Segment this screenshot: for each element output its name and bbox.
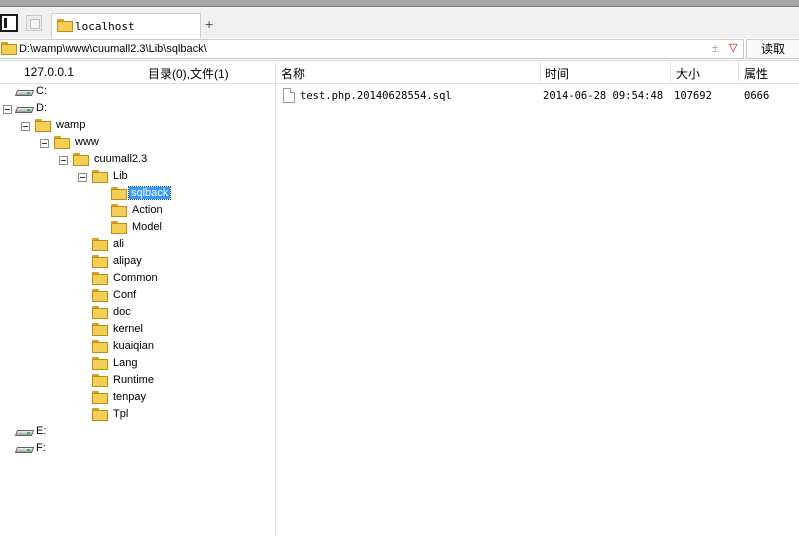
folder-icon	[92, 272, 108, 285]
file-time: 2014-06-28 09:54:48	[543, 90, 664, 102]
folder-icon	[92, 408, 108, 421]
collapse-icon[interactable]	[59, 156, 68, 165]
drive-icon	[16, 445, 33, 454]
tree-label: kernel	[113, 323, 143, 335]
tree-label: kuaiqian	[113, 340, 154, 352]
dir-file-summary: 目录(0),文件(1)	[148, 67, 229, 81]
tree-label: E:	[36, 425, 47, 437]
blank-page-icon[interactable]	[26, 15, 42, 31]
tree-label: tenpay	[113, 391, 147, 403]
col-time-header[interactable]: 时间	[545, 65, 569, 82]
tree-label: ali	[113, 238, 125, 250]
file-attr: 0666	[744, 90, 770, 102]
folder-icon	[92, 374, 108, 387]
folder-icon	[92, 255, 108, 268]
col-size-header[interactable]: 大小	[676, 65, 700, 82]
file-list: test.php.20140628554.sql 2014-06-28 09:5…	[276, 84, 799, 536]
folder-icon	[73, 153, 89, 166]
tree-label: Tpl	[113, 408, 129, 420]
tree-label: wamp	[56, 119, 86, 131]
folder-icon	[35, 119, 51, 132]
file-icon	[283, 88, 295, 103]
tree-label: Runtime	[113, 374, 154, 386]
tree-label: doc	[113, 306, 131, 318]
folder-icon	[1, 42, 17, 55]
collapse-icon[interactable]	[3, 105, 12, 114]
folder-icon	[92, 289, 108, 302]
tree-label-selected: sqlback	[127, 186, 172, 200]
folder-icon	[92, 238, 108, 251]
folder-icon	[92, 391, 108, 404]
drive-icon	[16, 88, 33, 97]
tree-label: F:	[36, 442, 46, 454]
folder-icon	[92, 357, 108, 370]
folder-icon	[111, 187, 127, 200]
tree-label: Common	[113, 272, 158, 284]
tree-label: Lang	[113, 357, 138, 369]
address-input[interactable]: D:\wamp\www\cuumall2.3\Lib\sqlback\ ± ▽	[0, 39, 744, 59]
tree-label: cuumall2.3	[94, 153, 148, 165]
file-size: 107692	[674, 90, 712, 102]
tab-localhost[interactable]: localhost	[51, 13, 201, 38]
host-label: 127.0.0.1	[24, 65, 75, 79]
col-name-header[interactable]: 名称	[281, 65, 305, 82]
drive-icon	[16, 428, 33, 437]
col-attr-header[interactable]: 属性	[744, 65, 768, 82]
tree-label: alipay	[113, 255, 142, 267]
collapse-icon[interactable]	[40, 139, 49, 148]
folder-icon	[54, 136, 70, 149]
column-divider[interactable]	[670, 61, 671, 83]
dropdown-chevron-icon[interactable]: ▽	[729, 41, 737, 54]
panel-toggle-icon[interactable]	[0, 14, 18, 32]
tree-label: Conf	[113, 289, 137, 301]
tree-label: D:	[36, 102, 47, 114]
table-row[interactable]: test.php.20140628554.sql 2014-06-28 09:5…	[276, 88, 799, 106]
folder-icon	[92, 340, 108, 353]
plus-minus-icon[interactable]: ±	[712, 41, 719, 55]
drive-icon	[16, 105, 33, 114]
collapse-icon[interactable]	[78, 173, 87, 182]
read-button[interactable]: 读取	[746, 39, 799, 59]
column-divider[interactable]	[540, 61, 541, 83]
tree-label: C:	[36, 85, 47, 97]
folder-icon	[111, 221, 127, 234]
collapse-icon[interactable]	[21, 122, 30, 131]
folder-icon	[92, 323, 108, 336]
file-name: test.php.20140628554.sql	[300, 90, 452, 102]
column-divider[interactable]	[738, 61, 739, 83]
tree-label: Lib	[113, 170, 128, 182]
tree-label: Action	[132, 204, 163, 216]
column-header: 127.0.0.1 目录(0),文件(1) 名称 时间 大小 属性	[0, 61, 799, 84]
folder-icon	[92, 170, 108, 183]
address-path[interactable]: D:\wamp\www\cuumall2.3\Lib\sqlback\	[19, 43, 207, 55]
folder-icon	[57, 19, 73, 32]
directory-tree: C: D: wamp www cuumall2.3 Lib sqlback Ac…	[0, 84, 275, 536]
tree-label: Model	[132, 221, 162, 233]
tree-label: www	[75, 136, 99, 148]
tab-label: localhost	[75, 20, 135, 33]
folder-icon	[92, 306, 108, 319]
folder-icon	[111, 204, 127, 217]
window-top-border	[0, 0, 799, 7]
new-tab-button[interactable]: +	[205, 16, 213, 32]
